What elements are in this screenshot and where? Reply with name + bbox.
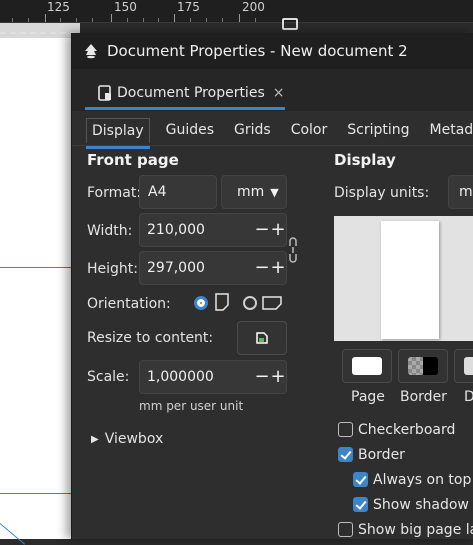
plus-button[interactable]: + [270,368,286,386]
tab-guides[interactable]: Guides [156,115,224,145]
chevron-down-icon: ▼ [270,185,279,199]
display-units-value: m [459,184,473,200]
border-swatch-label: Border [400,389,447,405]
scale-hint: mm per user unit [139,399,244,413]
minus-button[interactable]: − [254,368,270,386]
subtab-bar: Display Guides Grids Color Scripting Met… [72,115,473,149]
ruler-label: 125 [47,0,70,14]
tab-metadata[interactable]: Metada [420,115,473,145]
format-combo[interactable]: A4 [139,175,217,209]
width-field[interactable]: 210,000 − + [139,213,287,247]
width-label: Width: [87,223,133,239]
landscape-page-icon [262,296,282,310]
unit-select[interactable]: mm ▼ [221,175,287,209]
page-swatch-label: Page [351,389,385,405]
dock-tab-strip: Document Properties × [72,69,473,111]
monitor-icon[interactable] [282,18,298,30]
viewbox-expander[interactable]: ▶ Viewbox [91,431,163,447]
checkerboard-checkbox[interactable] [338,422,353,437]
canvas-dashed-line [0,32,76,34]
resize-to-content-label: Resize to content: [87,330,214,346]
orientation-label: Orientation: [87,296,171,312]
plus-button[interactable]: + [270,259,286,277]
always-on-top-checkbox[interactable] [353,472,368,487]
portrait-radio[interactable] [194,296,208,310]
tab-scripting[interactable]: Scripting [337,115,419,145]
active-tab-indicator [85,107,285,110]
height-value: 297,000 [147,260,205,276]
page-preview [334,216,473,341]
inkscape-logo-icon [85,44,97,59]
checkerboard-label: Checkerboard [358,422,456,438]
resize-to-content-button[interactable] [237,321,287,355]
tab-document-properties[interactable]: Document Properties × [85,77,285,109]
display-heading: Display [334,151,396,169]
scale-label: Scale: [87,369,130,385]
height-field[interactable]: 297,000 − + [139,251,287,285]
chevron-right-icon: ▶ [91,433,99,445]
width-value: 210,000 [147,222,205,238]
horizontal-ruler: 125 150 175 200 [0,0,473,23]
close-icon[interactable]: × [273,85,285,101]
desk-color-button[interactable] [454,349,473,383]
border-color-button[interactable] [398,349,448,383]
portrait-page-icon [215,293,229,311]
document-properties-icon [98,85,111,101]
front-page-heading: Front page [87,151,179,169]
canvas-page [0,38,76,539]
desk-color-swatch [464,357,473,375]
border-label: Border [358,447,405,463]
show-big-page-label-label: Show big page la [358,522,473,538]
window-titlebar[interactable]: Document Properties - New document 2 [72,33,473,69]
landscape-radio[interactable] [243,296,257,310]
scale-field[interactable]: 1,000000 − + [139,360,287,394]
tab-label: Document Properties [117,85,265,101]
format-label: Format: [87,185,142,201]
border-color-swatch [408,357,438,375]
show-big-page-label-checkbox[interactable] [338,522,353,537]
document-properties-dialog: Document Properties - New document 2 Doc… [71,33,473,539]
ruler-label: 175 [177,0,200,14]
tab-color[interactable]: Color [281,115,338,145]
desk-swatch-label: D [464,389,473,405]
show-shadow-label: Show shadow [373,497,469,513]
unit-value: mm [237,184,265,200]
display-units-label: Display units: [334,185,430,201]
scale-value: 1,000000 [147,369,214,385]
format-value: A4 [148,184,167,200]
page-color-button[interactable] [342,349,392,383]
plus-button[interactable]: + [270,221,286,239]
display-units-select[interactable]: m [448,175,473,209]
tab-display[interactable]: Display [86,117,150,149]
minus-button[interactable]: − [254,259,270,277]
minus-button[interactable]: − [254,221,270,239]
always-on-top-label: Always on top [373,472,472,488]
fit-page-icon [256,332,268,344]
ruler-label: 200 [242,0,265,14]
ruler-label: 150 [114,0,137,14]
viewbox-label: Viewbox [104,431,164,447]
guide-line [0,493,76,494]
show-shadow-checkbox[interactable] [353,497,368,512]
preview-paper [381,221,439,339]
height-label: Height: [87,261,138,277]
link-dimensions-icon[interactable] [288,237,298,263]
guide-line [0,267,76,268]
window-title: Document Properties - New document 2 [107,42,408,60]
page-color-swatch [352,357,382,375]
border-checkbox[interactable] [338,447,353,462]
tab-grids[interactable]: Grids [224,115,281,145]
